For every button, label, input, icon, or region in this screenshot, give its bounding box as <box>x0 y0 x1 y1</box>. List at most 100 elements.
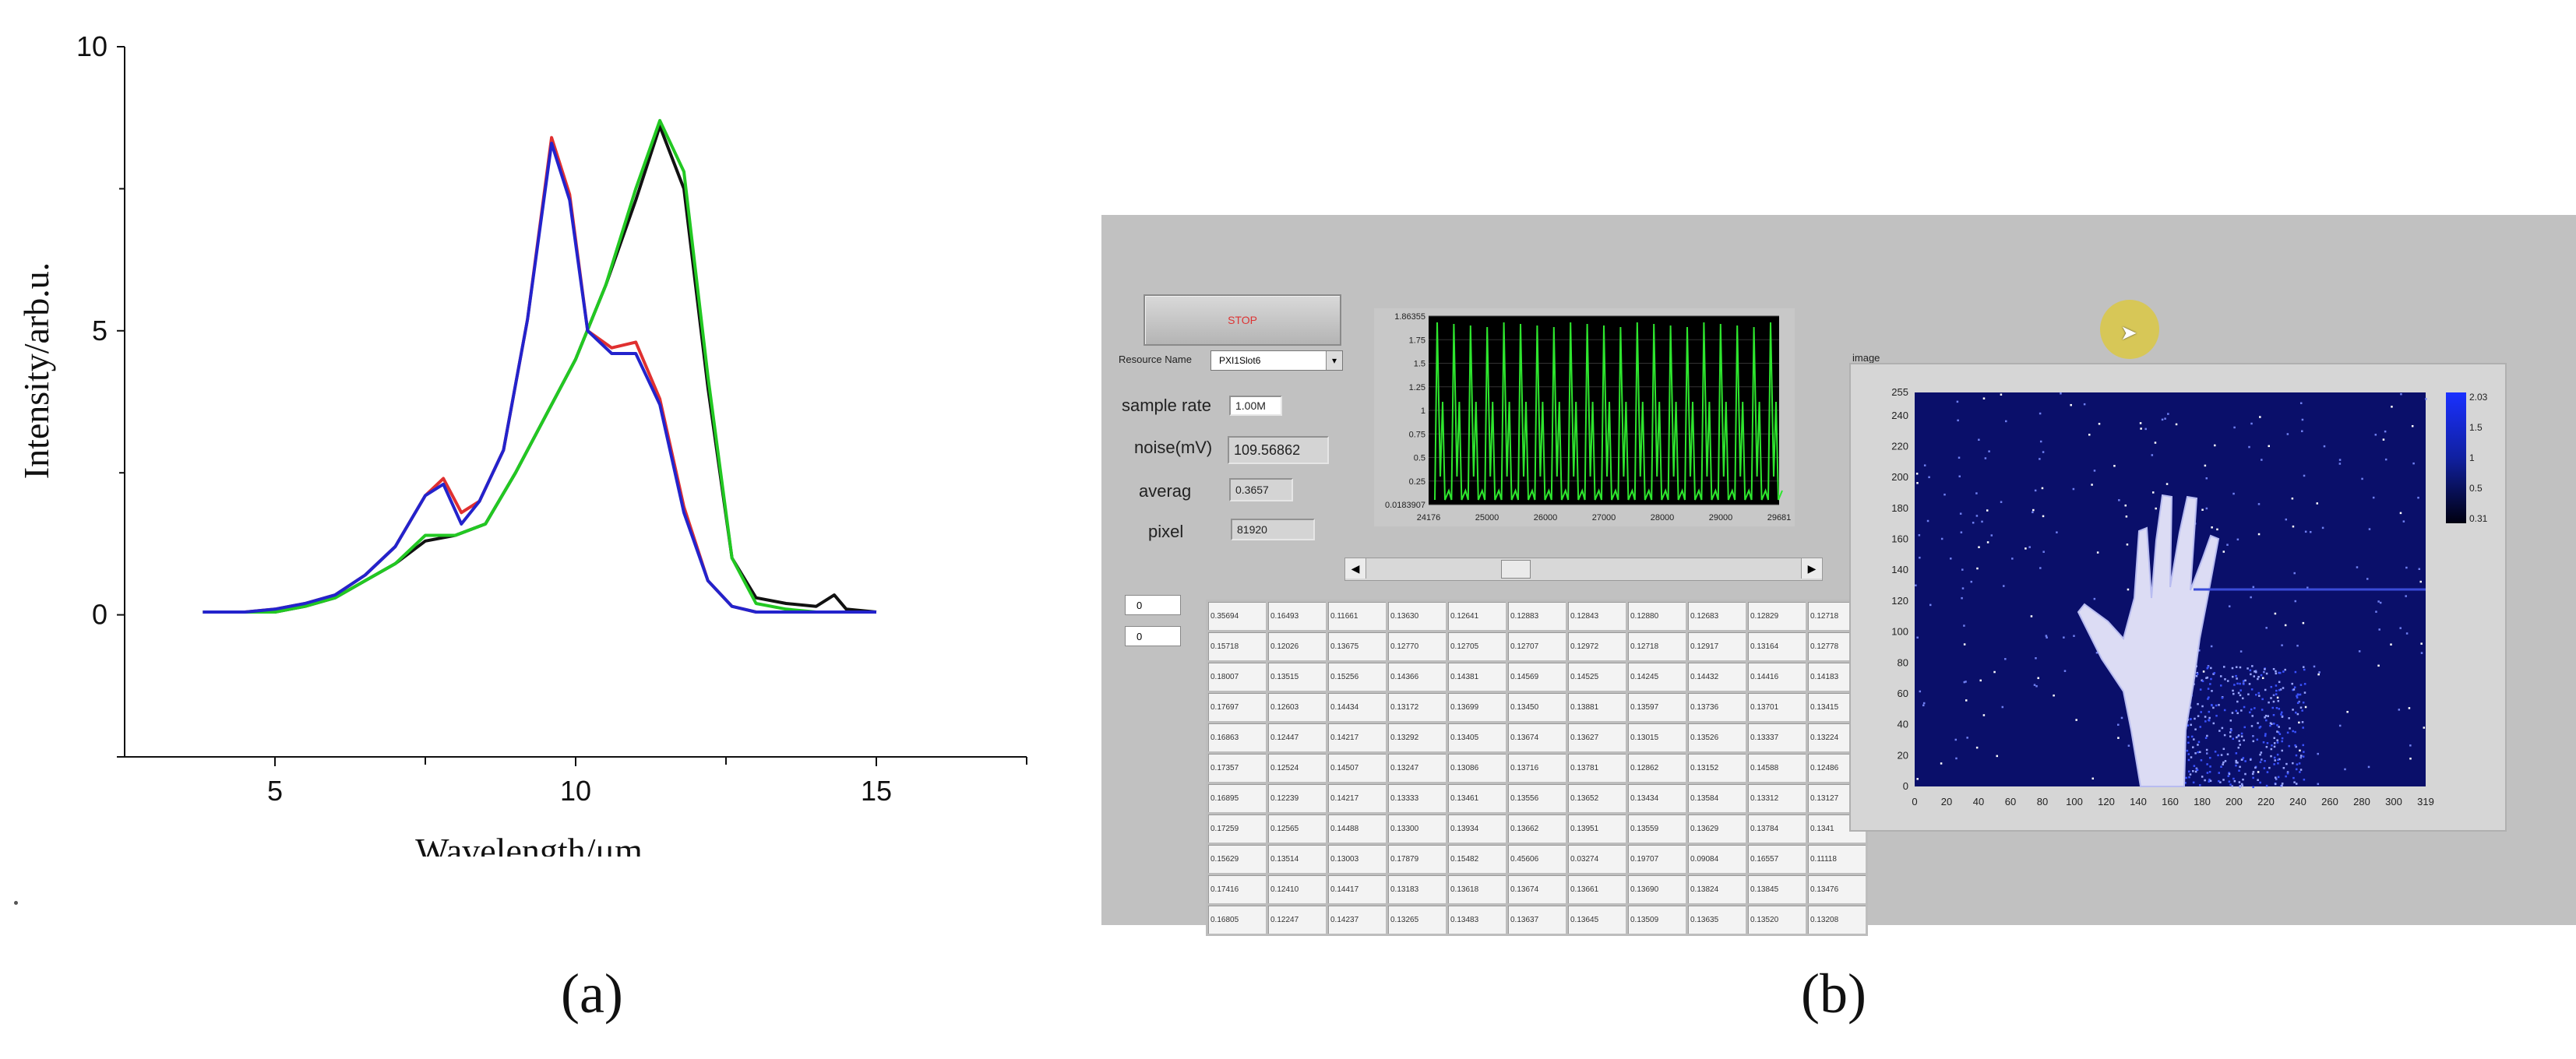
scatter-pixel <box>2295 768 2298 771</box>
noise-pixel <box>2113 465 2116 467</box>
table-cell: 0.13675 <box>1326 630 1388 663</box>
noise-pixel <box>2028 546 2031 548</box>
waveform-x-tick: 28000 <box>1651 513 1675 522</box>
scatter-pixel <box>2236 736 2238 739</box>
scatter-pixel <box>2239 666 2242 669</box>
image-y-tick: 180 <box>1891 502 1908 514</box>
scatter-pixel <box>2229 719 2232 722</box>
scatter-pixel <box>2204 716 2207 718</box>
scatter-pixel <box>2206 734 2208 737</box>
table-cell: 0.13003 <box>1326 843 1388 875</box>
scatter-pixel <box>2257 722 2259 724</box>
scroll-thumb[interactable] <box>1501 560 1531 579</box>
noise-pixel <box>2338 463 2342 465</box>
table-cell: 0.12239 <box>1266 782 1328 814</box>
waveform-scrollbar[interactable]: ◀ ▶ <box>1344 558 1823 581</box>
scatter-pixel <box>2188 770 2190 773</box>
table-cell: 0.13674 <box>1506 873 1568 906</box>
scatter-pixel <box>2299 771 2301 773</box>
image-x-tick: 220 <box>2257 796 2275 807</box>
image-y-tick: 160 <box>1891 533 1908 545</box>
sample-rate-input[interactable]: 1.00M <box>1229 396 1282 416</box>
scatter-pixel <box>2217 754 2219 757</box>
table-cell: 0.12917 <box>1686 630 1748 663</box>
waveform-y-tick: 0.5 <box>1414 454 1425 463</box>
table-cell: 0.13699 <box>1446 691 1508 723</box>
scatter-pixel <box>2192 770 2194 772</box>
scatter-pixel <box>2280 711 2283 714</box>
scatter-pixel <box>2277 762 2279 765</box>
series-line-3 <box>203 142 876 614</box>
scatter-pixel <box>2204 737 2208 739</box>
scatter-pixel <box>2284 668 2286 671</box>
scatter-pixel <box>2248 683 2251 685</box>
scatter-pixel <box>2187 758 2190 762</box>
noise-pixel <box>2317 752 2319 755</box>
scatter-pixel <box>2208 710 2211 713</box>
noise-pixel <box>2039 567 2042 569</box>
noise-pixel <box>2257 771 2260 773</box>
scatter-pixel <box>2277 699 2280 702</box>
column-index-input[interactable]: 0 <box>1125 626 1181 646</box>
table-cell: 0.13736 <box>1686 691 1748 723</box>
scatter-pixel <box>2292 688 2296 691</box>
table-row: 0.17357 0.12524 0.14507 0.13247 0.13086 0.137… <box>1206 751 1868 784</box>
scatter-pixel <box>2292 709 2294 711</box>
scatter-pixel <box>2281 737 2284 740</box>
scatter-pixel <box>2281 784 2283 787</box>
waveform-graph: 1.86355 1.75 1.5 1.25 1 0.75 0.5 0.25 0.0183907 2… <box>1374 308 1795 526</box>
scatter-pixel <box>2260 674 2263 677</box>
noise-pixel <box>2419 580 2422 583</box>
table-cell: 0.12410 <box>1266 873 1328 906</box>
scatter-pixel <box>2278 726 2280 728</box>
arrow-right-icon[interactable]: ▶ <box>1801 558 1822 579</box>
scatter-pixel <box>2276 730 2278 733</box>
scatter-pixel <box>2230 729 2232 732</box>
series-line-2 <box>203 118 876 614</box>
scatter-pixel <box>2209 765 2211 768</box>
stop-button[interactable]: STOP <box>1144 294 1341 346</box>
table-cell: 0.13559 <box>1626 812 1688 845</box>
noise-pixel <box>2379 601 2382 604</box>
pixel-label: pixel <box>1148 522 1184 541</box>
table-cell: 0.12880 <box>1626 600 1688 632</box>
scatter-pixel <box>2236 712 2239 715</box>
noise-pixel <box>2126 544 2129 546</box>
noise-pixel <box>2378 628 2380 631</box>
noise-pixel <box>1940 762 1943 765</box>
scatter-pixel <box>2258 695 2261 697</box>
noise-pixel <box>2042 551 2045 553</box>
chevron-down-icon[interactable]: ▾ <box>1326 351 1342 370</box>
arrow-left-icon[interactable]: ◀ <box>1345 558 1366 579</box>
scatter-pixel <box>2276 753 2279 756</box>
scatter-pixel <box>2272 667 2275 670</box>
image-x-tick: 0 <box>1912 796 1917 807</box>
scatter-pixel <box>2270 748 2273 751</box>
resource-name-select[interactable]: PXI1Slot6 ▾ <box>1210 350 1343 371</box>
scatter-pixel <box>2222 748 2225 751</box>
noise-pixel <box>2003 585 2005 587</box>
noise-pixel <box>2248 445 2250 449</box>
scatter-pixel <box>2303 691 2306 694</box>
scatter-pixel <box>2231 712 2234 714</box>
table-cell: 0.12718 <box>1626 630 1688 663</box>
scatter-pixel <box>2233 779 2236 783</box>
scatter-pixel <box>2299 684 2303 686</box>
image-y-tick: 200 <box>1891 471 1908 483</box>
scatter-pixel <box>2300 755 2303 757</box>
table-cell: 0.12862 <box>1626 751 1688 784</box>
noise-pixel <box>2205 507 2208 510</box>
noise-pixel <box>1981 520 1983 523</box>
scatter-pixel <box>2293 686 2296 688</box>
scatter-pixel <box>2210 677 2212 681</box>
noise-pixel <box>2286 433 2289 435</box>
noise-pixel <box>1919 690 1922 693</box>
row-index-input[interactable]: 0 <box>1125 595 1181 615</box>
noise-pixel <box>2098 423 2101 425</box>
scatter-pixel <box>2273 737 2275 740</box>
scatter-pixel <box>2265 672 2268 675</box>
scatter-pixel <box>2292 776 2295 779</box>
scatter-pixel <box>2200 711 2202 713</box>
table-cell: 0.14366 <box>1386 660 1448 693</box>
noise-pixel <box>2118 499 2120 501</box>
